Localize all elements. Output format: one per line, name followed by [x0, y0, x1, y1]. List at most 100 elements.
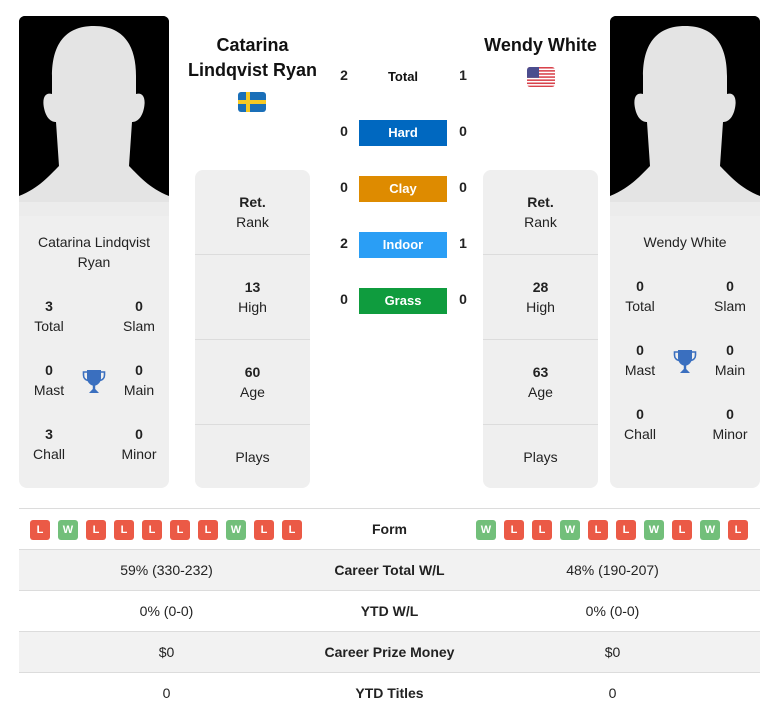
stat-label: Main [714, 362, 746, 378]
form-badge-loss[interactable]: L [142, 520, 162, 540]
age-label: Age [240, 384, 265, 400]
player2-titles-chall: 0 Chall [610, 404, 670, 444]
stat-value: 0 [636, 278, 644, 294]
h2h-clay-p1: 0 [340, 179, 348, 195]
form-badge-loss[interactable]: L [588, 520, 608, 540]
form-badge-loss[interactable]: L [532, 520, 552, 540]
h2h-total-label: Total [387, 69, 419, 84]
player2-name-line1[interactable]: Wendy White [478, 33, 603, 58]
plays-label: Plays [523, 449, 558, 465]
player1-name-line1[interactable]: Catarina [180, 33, 325, 58]
player1-titles-chall: 3 Chall [19, 424, 79, 464]
player1-prize-money: $0 [158, 644, 175, 660]
form-badge-loss[interactable]: L [254, 520, 274, 540]
plays-label: Plays [235, 449, 270, 465]
player1-high: 13 High [195, 255, 310, 340]
career-wl-label: Career Total W/L [334, 562, 445, 578]
silhouette-icon [19, 16, 169, 216]
form-badge-win[interactable]: W [58, 520, 78, 540]
form-badge-loss[interactable]: L [30, 520, 50, 540]
player2-titles-slam: 0 Slam [700, 276, 760, 316]
player1-ytd-wl: 0% (0-0) [139, 603, 194, 619]
player2-form-badges: WLLWLLWLWL [476, 520, 748, 540]
player2-titles-main: 0 Main [700, 340, 760, 380]
h2h-grass-p1: 0 [340, 291, 348, 307]
player1-rank: Ret. Rank [195, 170, 310, 255]
h2h-total-p2: 1 [459, 67, 467, 83]
stat-value: 0 [135, 362, 143, 378]
surface-indoor-button[interactable]: Indoor [359, 232, 447, 258]
h2h-hard-p2: 0 [459, 123, 467, 139]
player2-titles-mast: 0 Mast [610, 340, 670, 380]
h2h-indoor-p2: 1 [459, 235, 467, 251]
player1-age: 60 Age [195, 340, 310, 425]
h2h-grass-p2: 0 [459, 291, 467, 307]
form-badge-loss[interactable]: L [170, 520, 190, 540]
h2h-hard-p1: 0 [340, 123, 348, 139]
stat-value: 0 [636, 406, 644, 422]
player2-career-wl: 48% (190-207) [566, 562, 659, 578]
table-row-career-wl: 59% (330-232) Career Total W/L 48% (190-… [19, 549, 760, 590]
stat-label: Chall [624, 426, 656, 442]
stat-label: Total [625, 298, 655, 314]
form-badge-win[interactable]: W [476, 520, 496, 540]
form-badge-loss[interactable]: L [728, 520, 748, 540]
stat-value: 0 [135, 426, 143, 442]
player2-card-name: Wendy White [610, 232, 760, 252]
form-badge-loss[interactable]: L [504, 520, 524, 540]
comparison-table: LWLLLLLWLL Form WLLWLLWLWL 59% (330-232)… [19, 508, 760, 713]
form-badge-loss[interactable]: L [114, 520, 134, 540]
rank-value: Ret. [527, 194, 554, 210]
form-badge-win[interactable]: W [700, 520, 720, 540]
stat-label: Mast [33, 382, 65, 398]
form-badge-loss[interactable]: L [282, 520, 302, 540]
player1-ytd-titles: 0 [162, 685, 171, 701]
player1-plays: Plays [195, 425, 310, 488]
stat-value: 0 [726, 406, 734, 422]
stat-label: Main [123, 382, 155, 398]
form-badge-win[interactable]: W [226, 520, 246, 540]
form-badge-loss[interactable]: L [616, 520, 636, 540]
trophy-icon [673, 350, 697, 373]
player2-ytd-titles: 0 [608, 685, 617, 701]
player2-rank: Ret. Rank [483, 170, 598, 255]
surface-clay-button[interactable]: Clay [359, 176, 447, 202]
player2-prize-money: $0 [604, 644, 621, 660]
player2-name-header[interactable]: Wendy White [478, 33, 603, 58]
stat-label: Total [34, 318, 64, 334]
player1-card-name: Catarina Lindqvist Ryan [19, 232, 169, 272]
form-badge-loss[interactable]: L [86, 520, 106, 540]
player2-titles-minor: 0 Minor [700, 404, 760, 444]
player1-info-card: Ret. Rank 13 High 60 Age Plays [195, 170, 310, 488]
form-badge-loss[interactable]: L [672, 520, 692, 540]
high-label: High [526, 299, 555, 315]
player1-career-wl: 59% (330-232) [120, 562, 213, 578]
player2-card-name-line1: Wendy White [643, 234, 727, 250]
ytd-wl-label: YTD W/L [360, 603, 419, 619]
player2-info-card: Ret. Rank 28 High 63 Age Plays [483, 170, 598, 488]
trophy-icon [82, 370, 106, 393]
player1-titles-slam: 0 Slam [109, 296, 169, 336]
player1-card-name-line1: Catarina Lindqvist [37, 234, 151, 250]
player1-name-line2[interactable]: Lindqvist Ryan [180, 58, 325, 83]
player1-titles-minor: 0 Minor [109, 424, 169, 464]
h2h-total-p1: 2 [340, 67, 348, 83]
player1-titles-total: 3 Total [19, 296, 79, 336]
stat-label: Slam [714, 298, 746, 314]
surface-grass-button[interactable]: Grass [359, 288, 447, 314]
surface-hard-button[interactable]: Hard [359, 120, 447, 146]
player1-name-header[interactable]: Catarina Lindqvist Ryan [180, 33, 325, 83]
form-badge-win[interactable]: W [644, 520, 664, 540]
stat-value: 0 [726, 342, 734, 358]
form-badge-loss[interactable]: L [198, 520, 218, 540]
player2-plays: Plays [483, 425, 598, 488]
age-value: 60 [244, 364, 261, 380]
player1-titles-card: Catarina Lindqvist Ryan 3 Total 0 Slam 0… [19, 216, 169, 488]
form-badge-win[interactable]: W [560, 520, 580, 540]
rank-label: Rank [236, 214, 269, 230]
h2h-clay-p2: 0 [459, 179, 467, 195]
stat-label: Chall [33, 446, 65, 462]
table-row-ytd-wl: 0% (0-0) YTD W/L 0% (0-0) [19, 590, 760, 631]
age-label: Age [528, 384, 553, 400]
form-label: Form [372, 521, 407, 537]
